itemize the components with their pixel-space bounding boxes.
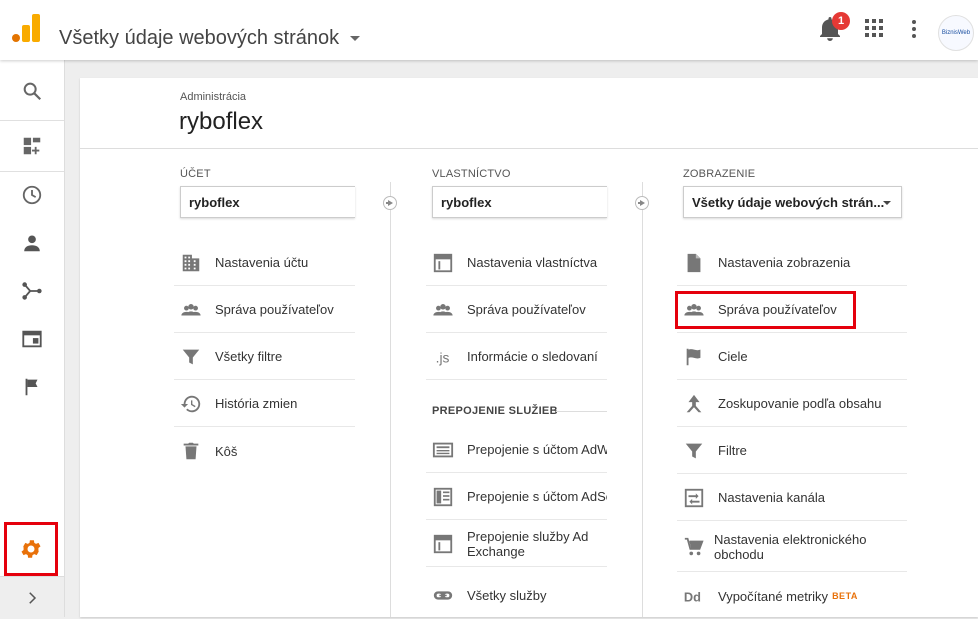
svg-text:.js: .js bbox=[436, 350, 450, 365]
chevron-down-icon[interactable] bbox=[350, 36, 360, 41]
account-column-label: ÚČET bbox=[180, 168, 211, 180]
view-content-grouping-item[interactable]: Zoskupovanie podľa obsahu bbox=[677, 381, 907, 427]
nav-search[interactable] bbox=[0, 68, 64, 114]
view-channel-settings-item[interactable]: Nastavenia kanála bbox=[677, 475, 907, 521]
property-column-label: VLASTNÍCTVO bbox=[432, 168, 511, 180]
expand-nav-button[interactable] bbox=[0, 576, 64, 618]
all-products-item[interactable]: Všetky služby bbox=[426, 572, 607, 618]
behavior-icon bbox=[22, 330, 42, 348]
property-selector[interactable]: ryboflex bbox=[432, 186, 607, 218]
page-title: ryboflex bbox=[179, 108, 264, 135]
view-goals-item[interactable]: Ciele bbox=[677, 334, 907, 380]
channel-icon bbox=[684, 488, 704, 507]
property-settings-item[interactable]: Nastavenia vlastníctva bbox=[426, 240, 607, 286]
breadcrumb[interactable]: Administrácia bbox=[180, 91, 246, 103]
account-settings-item[interactable]: Nastavenia účtu bbox=[174, 240, 355, 286]
admin-gear-icon bbox=[21, 540, 41, 558]
view-filters-item[interactable]: Filtre bbox=[677, 428, 907, 474]
left-navigation bbox=[0, 60, 65, 618]
trash-icon bbox=[183, 442, 199, 460]
nav-acquisition[interactable] bbox=[0, 268, 64, 314]
view-settings-item[interactable]: Nastavenia zobrazenia bbox=[677, 240, 907, 286]
svg-text:Dd: Dd bbox=[684, 590, 701, 605]
account-user-management-item[interactable]: Správa používateľov bbox=[174, 287, 355, 333]
apps-grid-icon[interactable] bbox=[865, 19, 883, 37]
dd-icon: Dd bbox=[684, 590, 701, 605]
flag-icon bbox=[686, 348, 701, 365]
js-icon: .js bbox=[436, 350, 450, 365]
adsense-icon bbox=[433, 487, 453, 506]
conversions-flag-icon bbox=[25, 378, 38, 396]
property-user-management-item[interactable]: Správa používateľov bbox=[426, 287, 607, 333]
account-selector[interactable]: ryboflex bbox=[180, 186, 355, 218]
view-selector-value: Všetky údaje webových strán... bbox=[692, 195, 885, 210]
view-calculated-metrics-item[interactable]: Dd Vypočítané metriky BETA bbox=[677, 573, 907, 619]
beta-badge: BETA bbox=[832, 591, 858, 601]
adsense-linking-item[interactable]: Prepojenie s účtom AdSense bbox=[426, 474, 607, 520]
arrow-right-icon bbox=[635, 196, 649, 210]
more-vert-icon[interactable] bbox=[911, 18, 917, 40]
caret-down-icon bbox=[883, 201, 891, 205]
filter-icon bbox=[182, 349, 200, 364]
nav-realtime[interactable] bbox=[0, 172, 64, 218]
grouping-icon bbox=[686, 394, 702, 412]
view-ecommerce-settings-item[interactable]: Nastavenia elektronického obchodu bbox=[677, 522, 907, 572]
window-icon bbox=[433, 253, 453, 272]
link-icon bbox=[433, 591, 453, 600]
account-change-history-item[interactable]: História zmien bbox=[174, 381, 355, 427]
view-column-label: ZOBRAZENIE bbox=[683, 168, 756, 180]
adwords-linking-item[interactable]: Prepojenie s účtom AdWords bbox=[426, 427, 607, 473]
account-all-filters-item[interactable]: Všetky filtre bbox=[174, 334, 355, 380]
acquisition-icon bbox=[22, 282, 42, 300]
nav-customization[interactable] bbox=[0, 123, 64, 169]
window-icon bbox=[433, 534, 453, 553]
realtime-clock-icon bbox=[22, 185, 42, 205]
notification-badge: 1 bbox=[832, 12, 850, 30]
highlight-box bbox=[675, 291, 856, 329]
admin-settings-button[interactable] bbox=[4, 522, 58, 576]
ad-exchange-linking-item[interactable]: Prepojenie služby Ad Exchange bbox=[426, 521, 607, 567]
nav-conversions[interactable] bbox=[0, 364, 64, 410]
customization-icon bbox=[23, 137, 41, 155]
audience-person-icon bbox=[24, 235, 40, 252]
people-icon bbox=[181, 303, 201, 315]
top-bar: Všetky údaje webových stránok 1 BiznisWe… bbox=[0, 0, 978, 60]
nav-audience[interactable] bbox=[0, 220, 64, 266]
view-selector-title[interactable]: Všetky údaje webových stránok bbox=[59, 25, 339, 51]
arrow-right-icon bbox=[383, 196, 397, 210]
history-icon bbox=[180, 395, 201, 412]
people-icon bbox=[433, 303, 453, 315]
adwords-icon bbox=[432, 442, 454, 457]
building-icon bbox=[182, 254, 200, 271]
cart-icon bbox=[684, 537, 704, 555]
avatar[interactable]: BiznisWeb bbox=[938, 15, 974, 51]
product-linking-heading: PREPOJENIE SLUŽIEB bbox=[432, 405, 558, 417]
search-icon bbox=[23, 82, 42, 101]
nav-behavior[interactable] bbox=[0, 316, 64, 362]
chevron-right-icon bbox=[29, 591, 37, 604]
document-icon bbox=[687, 253, 701, 272]
analytics-logo-icon[interactable] bbox=[12, 14, 40, 42]
property-tracking-info-item[interactable]: .js Informácie o sledovaní bbox=[426, 334, 607, 380]
filter-icon bbox=[685, 443, 703, 458]
account-trash-item[interactable]: Kôš bbox=[174, 428, 355, 474]
view-selector[interactable]: Všetky údaje webových strán... bbox=[683, 186, 902, 218]
